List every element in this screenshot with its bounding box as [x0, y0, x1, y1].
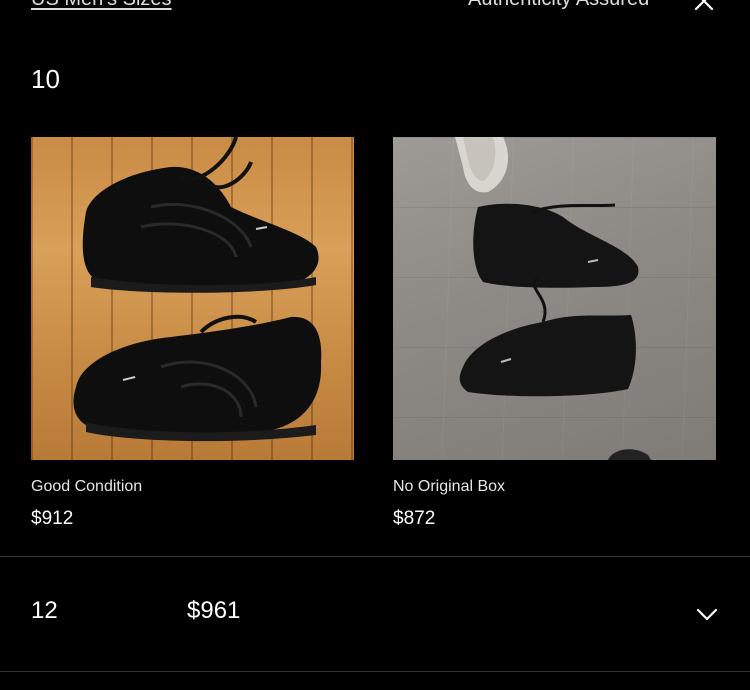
listing-condition: No Original Box	[393, 478, 506, 495]
listing-photo[interactable]	[393, 137, 716, 460]
close-icon[interactable]	[693, 0, 715, 12]
size-label: 12	[31, 597, 58, 624]
size-price: $961	[187, 597, 241, 624]
authenticity-label: Authenticity Assured	[468, 0, 649, 11]
chevron-down-icon[interactable]	[695, 602, 719, 626]
divider	[0, 671, 750, 672]
top-bar: US Men's Sizes Authenticity Assured	[0, 0, 750, 14]
listing-condition: Good Condition	[31, 478, 143, 495]
listing-price: $912	[31, 508, 74, 529]
size-row-12[interactable]: 12 $961	[0, 557, 750, 671]
listing-card[interactable]: Good Condition $912	[31, 137, 354, 530]
size-heading: 10	[31, 64, 60, 94]
sneaker-image	[73, 137, 322, 442]
listing-photo[interactable]	[31, 137, 354, 460]
sneaker-image	[455, 137, 651, 460]
size-chart-link[interactable]: US Men's Sizes	[31, 0, 172, 11]
listing-card[interactable]: No Original Box $872	[393, 137, 716, 530]
listing-price: $872	[393, 508, 436, 529]
